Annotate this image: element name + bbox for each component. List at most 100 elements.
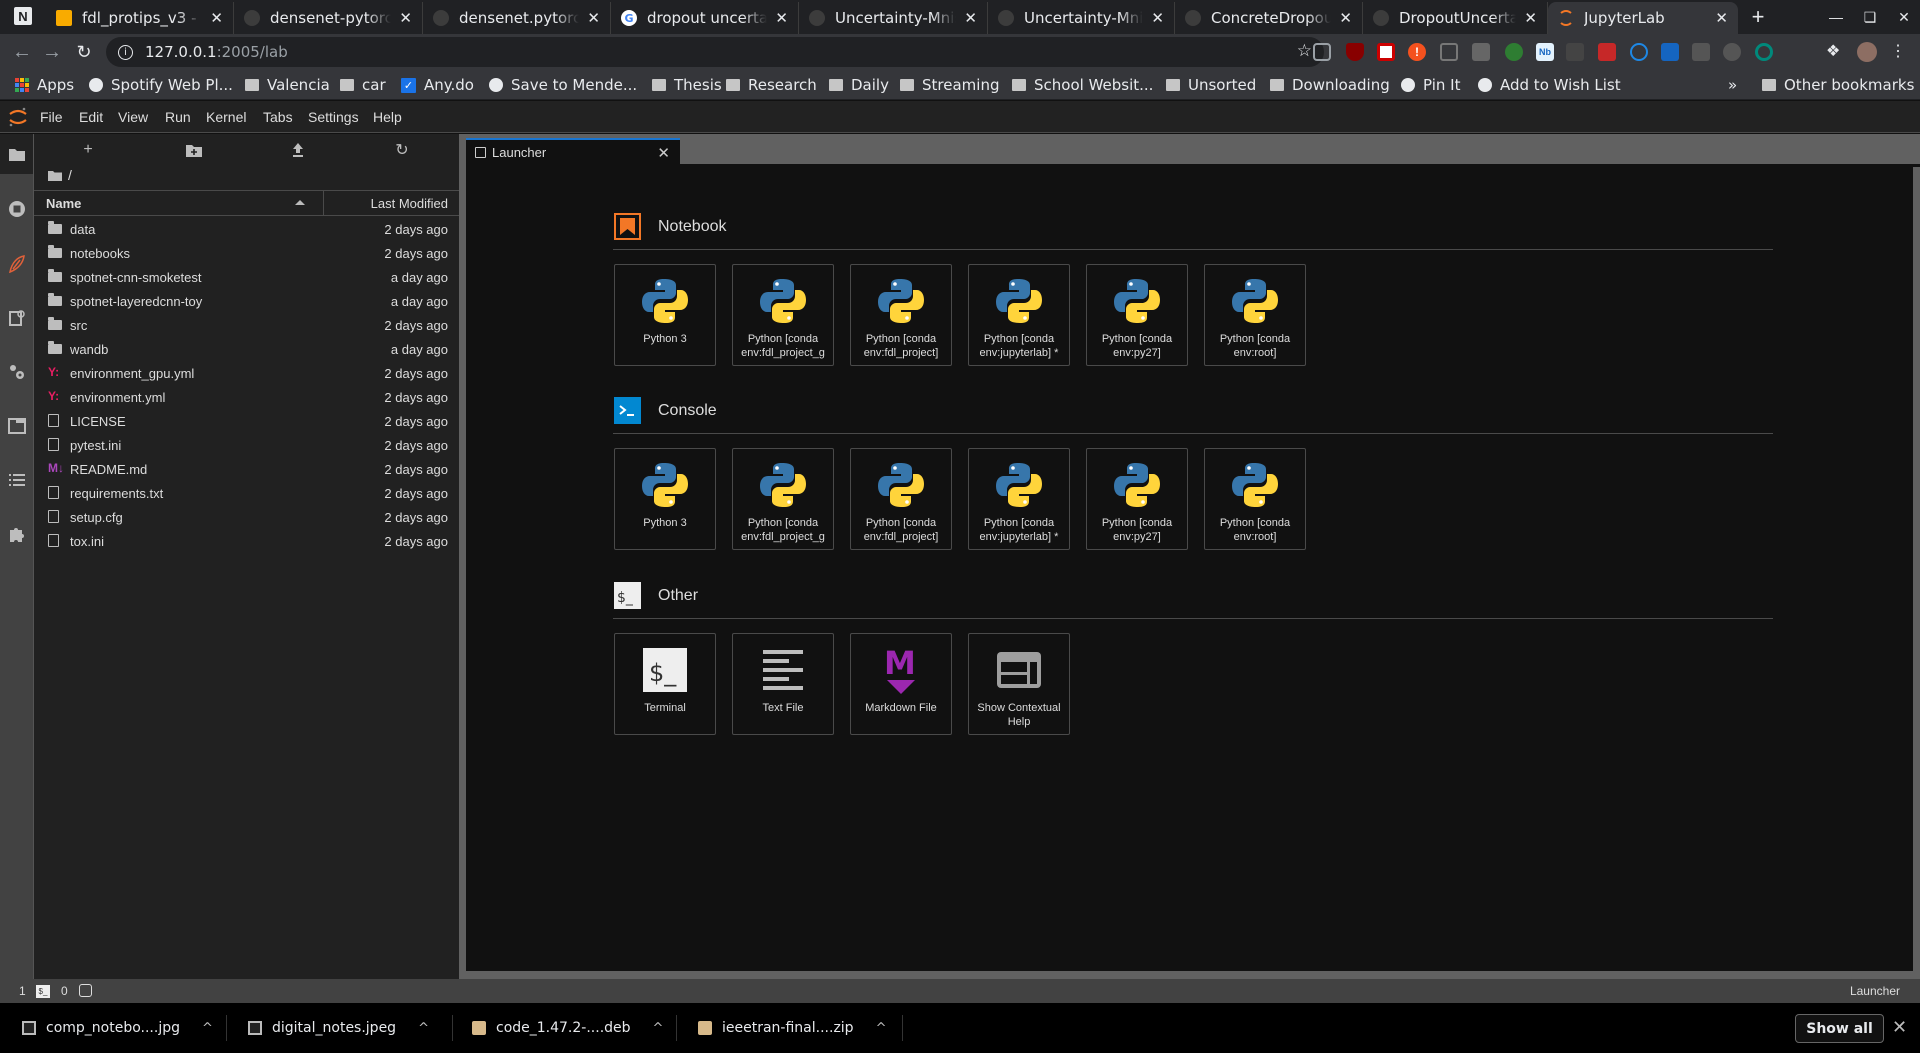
edit-extension-icon[interactable] xyxy=(1566,43,1584,61)
close-download-shelf-button[interactable]: ✕ xyxy=(1892,1017,1907,1038)
nb-extension-icon[interactable]: Nb xyxy=(1536,43,1554,61)
file-list-item[interactable]: M↓ README.md 2 days ago xyxy=(34,457,460,481)
chevron-up-icon[interactable]: ^ xyxy=(653,1021,664,1036)
close-tab-icon[interactable]: ✕ xyxy=(210,9,223,27)
file-list-item[interactable]: wandb a day ago xyxy=(34,337,460,361)
browser-tab[interactable]: ConcreteDropout ✕ xyxy=(1175,2,1363,34)
property-inspector-tab[interactable] xyxy=(0,298,33,338)
extension-manager-tab[interactable] xyxy=(0,514,33,554)
browser-tab[interactable]: DropoutUncertain ✕ xyxy=(1363,2,1548,34)
bookmark-item[interactable]: Pin It xyxy=(1401,76,1460,94)
medical-cross-extension-icon[interactable] xyxy=(1377,43,1395,61)
bookmarks-overflow-button[interactable]: » xyxy=(1728,76,1737,94)
bookmark-item[interactable]: Thesis xyxy=(652,76,722,94)
close-tab-icon[interactable]: ✕ xyxy=(657,144,670,162)
bookmark-item[interactable]: car xyxy=(340,76,386,94)
terminal-count[interactable]: 1 xyxy=(19,984,26,998)
teal-extension-icon[interactable] xyxy=(1755,43,1773,61)
file-list-item[interactable]: Y: environment.yml 2 days ago xyxy=(34,385,460,409)
open-tabs-tab[interactable] xyxy=(0,406,33,446)
pocket-extension-icon[interactable] xyxy=(1313,43,1331,61)
close-tab-icon[interactable]: ✕ xyxy=(587,9,600,27)
launcher-card[interactable]: Python [conda env:fdl_project_g xyxy=(732,448,834,550)
close-tab-icon[interactable]: ✕ xyxy=(1524,9,1537,27)
file-browser-tab[interactable] xyxy=(0,134,33,174)
bookmark-item[interactable]: Spotify Web Pl... xyxy=(89,76,233,94)
other-bookmarks-folder[interactable]: Other bookmarks xyxy=(1762,76,1914,94)
menu-view[interactable]: View xyxy=(118,109,148,125)
menu-edit[interactable]: Edit xyxy=(79,109,103,125)
forward-button[interactable]: → xyxy=(40,40,64,64)
bookmark-item[interactable]: Save to Mende... xyxy=(489,76,637,94)
file-list-item[interactable]: data 2 days ago xyxy=(34,217,460,241)
panel-resize-handle[interactable] xyxy=(459,134,466,979)
ublock-extension-icon[interactable] xyxy=(1346,43,1364,61)
vivaldi-extension-icon[interactable] xyxy=(1598,43,1616,61)
column-modified-header[interactable]: Last Modified xyxy=(371,196,448,211)
sync-extension-icon[interactable] xyxy=(1723,43,1741,61)
site-info-icon[interactable]: i xyxy=(118,44,133,60)
save-extension-icon[interactable] xyxy=(1440,43,1458,61)
download-item[interactable]: digital_notes.jpeg ^ xyxy=(248,1015,429,1041)
new-folder-button[interactable] xyxy=(179,138,209,162)
launcher-card[interactable]: Python 3 xyxy=(614,264,716,366)
new-launcher-button[interactable]: + xyxy=(73,138,103,162)
browser-tab[interactable]: densenet.pytorch/ ✕ xyxy=(423,2,611,34)
close-tab-icon[interactable]: ✕ xyxy=(775,9,788,27)
launcher-card[interactable]: M Markdown File xyxy=(850,633,952,735)
show-all-downloads-button[interactable]: Show all xyxy=(1795,1014,1884,1043)
kernel-count[interactable]: 0 xyxy=(61,984,68,998)
home-folder-icon[interactable] xyxy=(48,170,62,181)
bulb-extension-icon[interactable] xyxy=(1472,43,1490,61)
browser-tab[interactable]: Uncertainty-Mnist ✕ xyxy=(988,2,1175,34)
minimize-button[interactable]: — xyxy=(1818,0,1854,34)
file-list-item[interactable]: src 2 days ago xyxy=(34,313,460,337)
launcher-card[interactable]: Python [conda env:fdl_project] xyxy=(850,448,952,550)
close-tab-icon[interactable]: ✕ xyxy=(1339,9,1352,27)
bookmark-item[interactable]: Unsorted xyxy=(1166,76,1256,94)
file-list-item[interactable]: spotnet-layeredcnn-toy a day ago xyxy=(34,289,460,313)
bookmark-item[interactable]: Downloading xyxy=(1270,76,1390,94)
chevron-up-icon[interactable]: ^ xyxy=(418,1021,429,1036)
tab-launcher[interactable]: Launcher ✕ xyxy=(466,138,680,164)
back-button[interactable]: ← xyxy=(10,40,34,64)
maximize-button[interactable]: ❏ xyxy=(1852,0,1888,34)
chevron-up-icon[interactable]: ^ xyxy=(202,1021,213,1036)
file-list-item[interactable]: requirements.txt 2 days ago xyxy=(34,481,460,505)
launcher-card[interactable]: Python 3 xyxy=(614,448,716,550)
close-tab-icon[interactable]: ✕ xyxy=(1715,9,1728,27)
download-item[interactable]: code_1.47.2-....deb ^ xyxy=(472,1015,663,1041)
launcher-card[interactable]: Python [conda env:fdl_project_g xyxy=(732,264,834,366)
launcher-card[interactable]: Python [conda env:py27] xyxy=(1086,264,1188,366)
git-extension-tab[interactable] xyxy=(0,244,33,284)
launcher-card[interactable]: Show Contextual Help xyxy=(968,633,1070,735)
column-name-header[interactable]: Name xyxy=(46,196,81,211)
launcher-card[interactable]: Text File xyxy=(732,633,834,735)
file-list-item[interactable]: Y: environment_gpu.yml 2 days ago xyxy=(34,361,460,385)
bookmark-item[interactable]: Daily xyxy=(829,76,889,94)
new-tab-button[interactable]: + xyxy=(1746,4,1770,29)
reload-button[interactable]: ↻ xyxy=(72,40,96,64)
file-list-item[interactable]: pytest.ini 2 days ago xyxy=(34,433,460,457)
table-of-contents-tab[interactable] xyxy=(0,460,33,500)
menu-run[interactable]: Run xyxy=(165,109,191,125)
launcher-card[interactable]: Python [conda env:root] xyxy=(1204,264,1306,366)
launcher-card[interactable]: Python [conda env:py27] xyxy=(1086,448,1188,550)
upload-button[interactable] xyxy=(283,138,313,162)
file-list-item[interactable]: tox.ini 2 days ago xyxy=(34,529,460,553)
launcher-card[interactable]: Python [conda env:root] xyxy=(1204,448,1306,550)
waves-extension-icon[interactable] xyxy=(1692,43,1710,61)
bookmark-item[interactable]: Add to Wish List xyxy=(1478,76,1621,94)
browser-tab[interactable]: Gdropout uncertain ✕ xyxy=(611,2,799,34)
chrome-menu-icon[interactable]: ⋮ xyxy=(1890,43,1908,61)
menu-kernel[interactable]: Kernel xyxy=(206,109,246,125)
browser-tab[interactable]: densenet-pytorch/ ✕ xyxy=(234,2,423,34)
circle-extension-icon[interactable] xyxy=(1630,43,1648,61)
bookmark-item[interactable]: Valencia xyxy=(245,76,330,94)
menu-file[interactable]: File xyxy=(40,109,63,125)
launcher-card[interactable]: Python [conda env:jupyterlab] * xyxy=(968,264,1070,366)
close-tab-icon[interactable]: ✕ xyxy=(1151,9,1164,27)
download-item[interactable]: comp_notebo....jpg ^ xyxy=(22,1015,213,1041)
file-list-item[interactable]: setup.cfg 2 days ago xyxy=(34,505,460,529)
bookmark-item[interactable]: School Websit... xyxy=(1012,76,1153,94)
